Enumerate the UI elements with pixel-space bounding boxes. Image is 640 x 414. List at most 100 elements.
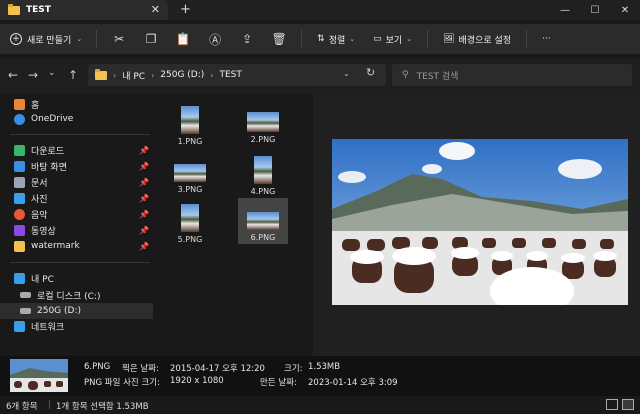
toolbar-divider	[96, 30, 98, 48]
file-name: 2.PNG	[250, 135, 276, 144]
rename-icon[interactable]: Ⓐ	[199, 27, 231, 51]
details-created-value: 2023-01-14 오후 3:09	[308, 378, 398, 388]
pin-icon[interactable]: 📌	[139, 146, 149, 155]
image-thumbnail	[247, 112, 279, 132]
up-arrow-icon[interactable]: ↑	[68, 68, 78, 82]
paste-icon[interactable]: 📋	[167, 27, 199, 51]
details-file-name: 6.PNG	[84, 362, 111, 372]
sidebar-item-label: watermark	[31, 241, 80, 251]
refresh-icon[interactable]: ↻	[366, 66, 375, 79]
minimize-button[interactable]: —	[550, 0, 580, 20]
cut-icon[interactable]: ✂	[103, 27, 135, 51]
sidebar-item-label: 네트워크	[31, 322, 65, 333]
sidebar-item-label: OneDrive	[31, 114, 74, 124]
desktop-icon	[14, 160, 25, 172]
title-bar: TEST ✕ + — ☐ ✕	[0, 0, 640, 20]
details-thumbnail	[10, 359, 68, 392]
share-icon[interactable]: ⇪	[231, 27, 263, 51]
image-thumbnail	[174, 164, 206, 182]
back-arrow-icon[interactable]: ←	[8, 68, 18, 82]
copy-icon[interactable]: ❐	[135, 27, 167, 51]
forward-arrow-icon[interactable]: →	[28, 68, 38, 82]
file-item[interactable]: 5.PNG	[165, 198, 215, 244]
tab-test[interactable]: TEST ✕	[0, 0, 168, 20]
sort-icon: ⇅	[317, 34, 325, 44]
maximize-button[interactable]: ☐	[580, 0, 610, 20]
large-icons-view-icon[interactable]	[622, 399, 634, 410]
status-bar: 6개 항목 | 1개 항목 선택함 1.53MB	[0, 396, 640, 414]
breadcrumb-drive[interactable]: 250G (D:)	[160, 70, 204, 80]
view-button[interactable]: ▭ 보기 ⌄	[364, 33, 421, 46]
sidebar-item-drive-c[interactable]: 로컬 디스크 (C:)	[0, 287, 153, 303]
details-taken-value: 2015-04-17 오후 12:20	[170, 364, 265, 374]
file-name: 1.PNG	[177, 137, 203, 146]
background-icon: 🖼	[443, 34, 455, 44]
home-icon	[14, 98, 25, 110]
sidebar-item-downloads[interactable]: 다운로드 📌	[0, 142, 153, 158]
chevron-right-icon: ›	[151, 70, 155, 80]
file-name: 4.PNG	[250, 187, 276, 196]
file-item-selected[interactable]: 6.PNG	[238, 198, 288, 244]
pin-icon[interactable]: 📌	[139, 242, 149, 251]
file-item[interactable]: 2.PNG	[238, 100, 288, 146]
preview-pane	[313, 94, 640, 356]
sidebar-item-watermark[interactable]: watermark 📌	[0, 238, 153, 254]
more-options-button[interactable]: ···	[533, 34, 560, 44]
pin-icon[interactable]: 📌	[139, 226, 149, 235]
pictures-icon	[14, 192, 25, 204]
breadcrumb-this-pc[interactable]: 내 PC	[122, 69, 145, 82]
pin-icon[interactable]: 📌	[139, 194, 149, 203]
close-button[interactable]: ✕	[610, 0, 640, 20]
details-size-value: 1.53MB	[308, 362, 341, 372]
set-background-button[interactable]: 🖼 배경으로 설정	[434, 33, 520, 46]
pin-icon[interactable]: 📌	[139, 162, 149, 171]
sidebar-item-label: 다운로드	[31, 146, 65, 157]
sidebar-divider	[10, 262, 150, 263]
sidebar-item-drive-d[interactable]: 250G (D:)	[0, 303, 153, 319]
file-item[interactable]: 4.PNG	[238, 150, 288, 196]
tab-title: TEST	[26, 5, 51, 15]
tab-close-button[interactable]: ✕	[151, 3, 160, 16]
sidebar-divider	[10, 134, 150, 135]
breadcrumb-test[interactable]: TEST	[219, 70, 241, 80]
file-item[interactable]: 1.PNG	[165, 100, 215, 146]
delete-icon[interactable]: 🗑	[263, 27, 295, 51]
details-size-label: 크기:	[284, 364, 303, 374]
sidebar-item-documents[interactable]: 문서 📌	[0, 174, 153, 190]
address-bar[interactable]: › 내 PC › 250G (D:) › TEST	[88, 64, 386, 86]
sidebar-item-desktop[interactable]: 바탕 화면 📌	[0, 158, 153, 174]
image-thumbnail	[181, 106, 199, 134]
drive-icon	[20, 292, 31, 298]
sidebar-item-this-pc[interactable]: 내 PC	[0, 270, 153, 286]
new-tab-button[interactable]: +	[180, 2, 191, 17]
details-view-icon[interactable]	[606, 399, 618, 410]
drive-icon	[20, 308, 31, 314]
recent-chevron-icon[interactable]: ⌄	[48, 68, 56, 78]
sidebar-item-home[interactable]: 홈	[0, 96, 153, 112]
pin-icon[interactable]: 📌	[139, 210, 149, 219]
sidebar-item-pictures[interactable]: 사진 📌	[0, 190, 153, 206]
address-history-chevron-icon[interactable]: ⌄	[343, 69, 350, 78]
music-icon	[14, 208, 25, 220]
file-name: 5.PNG	[177, 235, 203, 244]
plus-icon: +	[10, 33, 22, 45]
search-input[interactable]: ⚲ TEST 검색	[392, 64, 632, 86]
toolbar-divider	[427, 30, 429, 48]
sort-label: 정렬	[328, 35, 346, 46]
preview-image	[332, 139, 628, 305]
new-button[interactable]: + 새로 만들기 ⌄	[0, 33, 90, 46]
sort-button[interactable]: ⇅ 정렬 ⌄	[308, 33, 364, 46]
videos-icon	[14, 224, 25, 236]
chevron-right-icon: ›	[210, 70, 214, 80]
sidebar-item-onedrive[interactable]: OneDrive	[0, 111, 153, 127]
set-background-label: 배경으로 설정	[458, 35, 512, 46]
file-list: 1.PNG 2.PNG 3.PNG 4.PNG 5.PNG 6.PNG	[153, 94, 313, 356]
sidebar-item-videos[interactable]: 동영상 📌	[0, 222, 153, 238]
image-thumbnail	[181, 204, 199, 232]
chevron-down-icon: ⌄	[76, 35, 83, 43]
pin-icon[interactable]: 📌	[139, 178, 149, 187]
chevron-down-icon: ⌄	[406, 35, 413, 43]
file-item[interactable]: 3.PNG	[165, 150, 215, 196]
sidebar-item-network[interactable]: 네트워크	[0, 318, 153, 334]
sidebar-item-music[interactable]: 음악 📌	[0, 206, 153, 222]
